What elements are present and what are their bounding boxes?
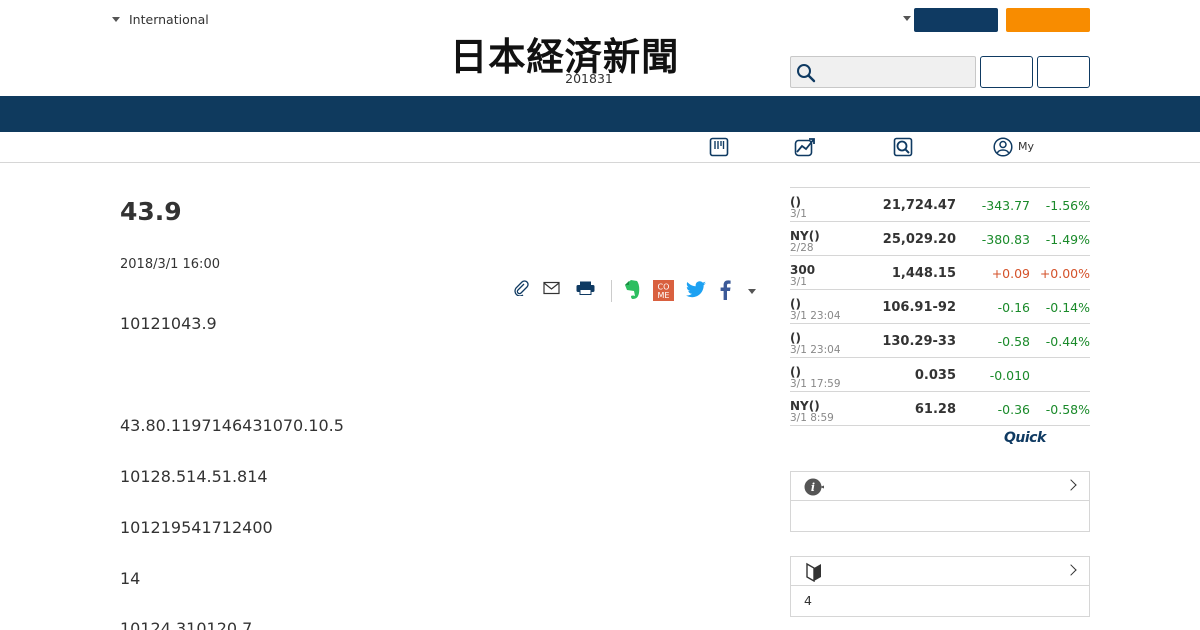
market-percent: +0.00% (1039, 266, 1090, 281)
beginner-box-header[interactable] (791, 557, 1089, 586)
header-button-2[interactable] (1037, 56, 1090, 88)
market-value: 130.29-33 (882, 334, 956, 349)
beginner-box-body: 4 (804, 593, 812, 608)
beginner-mark-icon (806, 562, 822, 586)
market-time: 3/1 8:59 (790, 412, 834, 424)
more-dropdown-icon[interactable] (748, 289, 756, 294)
login-button[interactable] (914, 8, 998, 32)
market-time: 3/1 23:04 (790, 310, 841, 322)
market-table: () 3/1 21,724.47 -343.77 -1.56% NY() 2/2… (790, 187, 1090, 426)
market-name: () (790, 365, 801, 379)
mail-icon[interactable] (543, 280, 560, 302)
header-button-1[interactable] (980, 56, 1033, 88)
caret-down-icon (112, 17, 120, 22)
market-name: 300 (790, 263, 816, 277)
market-row[interactable]: () 3/1 23:04 106.91-92 -0.16 -0.14% (790, 290, 1090, 324)
market-percent: -1.56% (1045, 198, 1090, 213)
market-change: -0.36 (997, 402, 1030, 417)
market-name: NY() (790, 399, 820, 413)
info-box-body (791, 501, 1089, 531)
comemo-icon[interactable]: CO ME (653, 280, 674, 302)
market-value: 61.28 (914, 402, 956, 417)
search-icon (797, 64, 816, 83)
edition-selector[interactable]: International (112, 12, 209, 27)
info-icon: i (804, 478, 824, 500)
clip-icon[interactable] (513, 280, 529, 302)
article-paragraph: 10121043.9 (120, 314, 217, 333)
market-value: 1,448.15 (891, 266, 956, 281)
market-name: NY() (790, 229, 820, 243)
market-time: 2/28 (790, 242, 814, 254)
market-time: 3/1 (790, 276, 807, 288)
svg-text:i: i (811, 481, 815, 494)
article-paragraph: 10128.514.51.814 (120, 467, 268, 486)
market-value: 21,724.47 (882, 198, 956, 213)
article-paragraph: 101219541712400 (120, 518, 273, 537)
article-paragraph: 10124.310120.7 (120, 619, 253, 630)
info-box: i (790, 471, 1090, 532)
chart-icon[interactable] (794, 137, 816, 161)
main-nav-bar[interactable] (0, 96, 1200, 132)
svg-text:ME: ME (658, 291, 670, 300)
edition-label: International (129, 12, 209, 27)
account-dropdown-icon[interactable] (903, 16, 911, 21)
my-nikkei-label[interactable]: My (1018, 140, 1034, 153)
market-percent: -1.49% (1045, 232, 1090, 247)
market-row[interactable]: NY() 2/28 25,029.20 -380.83 -1.49% (790, 222, 1090, 256)
chevron-right-icon (1065, 564, 1077, 576)
quick-logo[interactable]: Quick (1004, 430, 1046, 446)
market-value: 106.91-92 (882, 300, 956, 315)
market-row[interactable]: () 3/1 17:59 0.035 -0.010 (790, 358, 1090, 392)
beginner-box: 4 (790, 556, 1090, 617)
article-title: 43.9 (120, 197, 182, 226)
search-input[interactable] (790, 56, 976, 88)
market-name: () (790, 331, 801, 345)
article-paragraph: 43.80.1197146431070.10.5 (120, 416, 344, 435)
market-change: -0.58 (997, 334, 1030, 349)
print-icon[interactable] (576, 280, 595, 302)
market-row[interactable]: () 3/1 21,724.47 -343.77 -1.56% (790, 188, 1090, 222)
market-value: 25,029.20 (882, 232, 956, 247)
market-change: +0.09 (991, 266, 1030, 281)
market-change: -0.010 (989, 368, 1030, 383)
share-divider (611, 280, 612, 302)
article-paragraph: 14 (120, 569, 141, 588)
market-time: 3/1 23:04 (790, 344, 841, 356)
facebook-icon[interactable] (719, 280, 731, 302)
market-value: 0.035 (914, 368, 956, 383)
market-change: -0.16 (997, 300, 1030, 315)
article-date: 2018/3/1 16:00 (120, 257, 220, 272)
info-box-header[interactable]: i (791, 472, 1089, 501)
chevron-right-icon (1065, 479, 1077, 491)
newspaper-icon[interactable] (709, 137, 729, 161)
market-row[interactable]: NY() 3/1 8:59 61.28 -0.36 -0.58% (790, 392, 1090, 426)
search-icon[interactable] (893, 137, 913, 161)
market-row[interactable]: () 3/1 23:04 130.29-33 -0.58 -0.44% (790, 324, 1090, 358)
market-percent: -0.14% (1045, 300, 1090, 315)
subscribe-button[interactable] (1006, 8, 1090, 32)
market-change: -380.83 (981, 232, 1030, 247)
market-percent: -0.44% (1045, 334, 1090, 349)
page: International 日本経済新聞 201831 My 43.9 2018… (0, 0, 1200, 630)
market-time: 3/1 (790, 208, 807, 220)
market-name: () (790, 297, 801, 311)
market-change: -343.77 (981, 198, 1030, 213)
header-date: 201831 (565, 71, 613, 86)
nikkei-logo[interactable]: 日本経済新聞 (450, 26, 750, 79)
market-row[interactable]: 300 3/1 1,448.15 +0.09 +0.00% (790, 256, 1090, 290)
user-icon[interactable] (993, 137, 1013, 161)
market-name: () (790, 195, 801, 209)
twitter-icon[interactable] (685, 281, 707, 303)
evernote-icon[interactable] (623, 279, 641, 301)
market-percent: -0.58% (1045, 402, 1090, 417)
market-time: 3/1 17:59 (790, 378, 841, 390)
